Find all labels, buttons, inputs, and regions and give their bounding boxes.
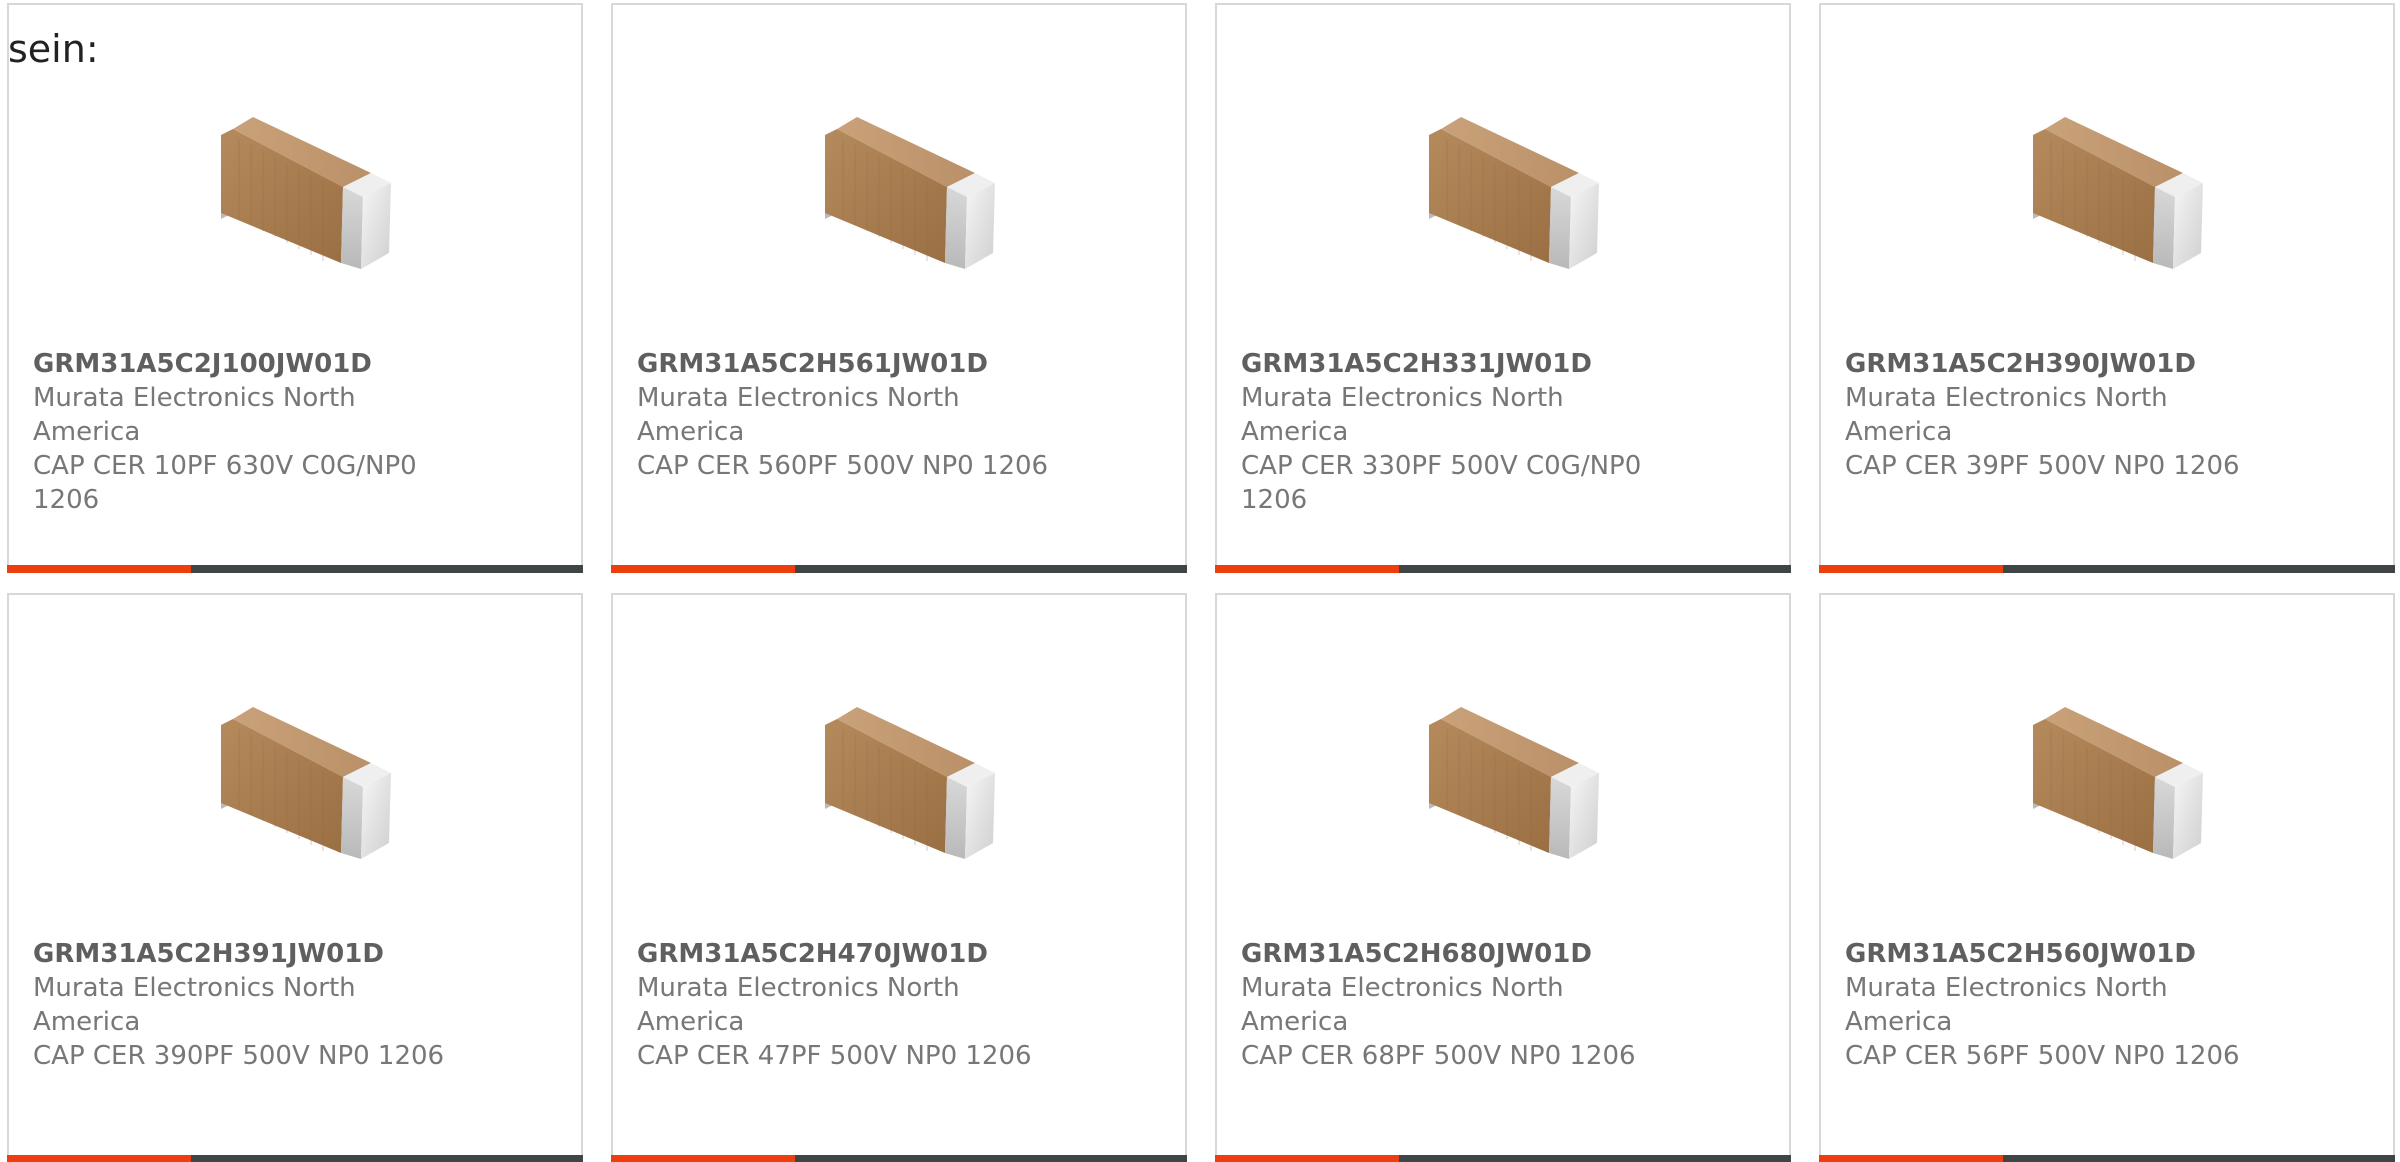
description: CAP CER 10PF 630V C0G/NP0 1206: [33, 451, 417, 515]
manufacturer: Murata Electronics North America: [33, 973, 356, 1037]
product-card[interactable]: GRM31A5C2H391JW01D Murata Electronics No…: [7, 593, 583, 1162]
part-number[interactable]: GRM31A5C2H680JW01D: [1241, 937, 1671, 971]
description: CAP CER 68PF 500V NP0 1206: [1241, 1041, 1636, 1071]
manufacturer: Murata Electronics North America: [637, 383, 960, 447]
card-footer-accent: [7, 1155, 191, 1162]
ceramic-capacitor-chip-icon[interactable]: [195, 663, 405, 871]
product-card[interactable]: GRM31A5C2H680JW01D Murata Electronics No…: [1215, 593, 1791, 1162]
product-card[interactable]: GRM31A5C2H390JW01D Murata Electronics No…: [1819, 3, 2395, 573]
card-footer-accent: [611, 1155, 795, 1162]
product-card[interactable]: GRM31A5C2H561JW01D Murata Electronics No…: [611, 3, 1187, 573]
card-footer-accent: [1215, 1155, 1399, 1162]
card-footer-bar: [1819, 1155, 2395, 1162]
card-footer-accent: [1819, 565, 2003, 573]
ceramic-capacitor-chip-icon[interactable]: [799, 663, 1009, 871]
card-footer-bar: [1819, 565, 2395, 573]
part-number[interactable]: GRM31A5C2H560JW01D: [1845, 937, 2275, 971]
manufacturer: Murata Electronics North America: [33, 383, 356, 447]
ceramic-capacitor-chip-icon[interactable]: [195, 73, 405, 281]
product-card[interactable]: GRM31A5C2H470JW01D Murata Electronics No…: [611, 593, 1187, 1162]
ceramic-capacitor-chip-icon[interactable]: [2007, 663, 2217, 871]
ceramic-capacitor-chip-icon[interactable]: [2007, 73, 2217, 281]
ceramic-capacitor-chip-icon[interactable]: [1403, 73, 1613, 281]
description: CAP CER 39PF 500V NP0 1206: [1845, 451, 2240, 481]
card-footer-accent: [1819, 1155, 2003, 1162]
description: CAP CER 47PF 500V NP0 1206: [637, 1041, 1032, 1071]
card-footer-bar: [1215, 565, 1791, 573]
ceramic-capacitor-chip-icon[interactable]: [1403, 663, 1613, 871]
part-number[interactable]: GRM31A5C2H561JW01D: [637, 347, 1067, 381]
card-footer-accent: [611, 565, 795, 573]
part-number[interactable]: GRM31A5C2H331JW01D: [1241, 347, 1671, 381]
card-footer-accent: [1215, 565, 1399, 573]
part-number[interactable]: GRM31A5C2H470JW01D: [637, 937, 1067, 971]
card-footer-bar: [611, 565, 1187, 573]
manufacturer: Murata Electronics North America: [1241, 973, 1564, 1037]
manufacturer: Murata Electronics North America: [1845, 383, 2168, 447]
manufacturer: Murata Electronics North America: [1845, 973, 2168, 1037]
part-number[interactable]: GRM31A5C2H391JW01D: [33, 937, 463, 971]
part-number[interactable]: GRM31A5C2H390JW01D: [1845, 347, 2275, 381]
intro-text: sein:: [8, 27, 99, 71]
card-footer-bar: [611, 1155, 1187, 1162]
product-card[interactable]: GRM31A5C2H331JW01D Murata Electronics No…: [1215, 3, 1791, 573]
description: CAP CER 560PF 500V NP0 1206: [637, 451, 1049, 481]
card-footer-accent: [7, 565, 191, 573]
product-card[interactable]: GRM31A5C2J100JW01D Murata Electronics No…: [7, 3, 583, 573]
ceramic-capacitor-chip-icon[interactable]: [799, 73, 1009, 281]
description: CAP CER 390PF 500V NP0 1206: [33, 1041, 445, 1071]
part-number[interactable]: GRM31A5C2J100JW01D: [33, 347, 463, 381]
product-card[interactable]: GRM31A5C2H560JW01D Murata Electronics No…: [1819, 593, 2395, 1162]
manufacturer: Murata Electronics North America: [1241, 383, 1564, 447]
manufacturer: Murata Electronics North America: [637, 973, 960, 1037]
card-footer-bar: [7, 1155, 583, 1162]
card-footer-bar: [7, 565, 583, 573]
description: CAP CER 56PF 500V NP0 1206: [1845, 1041, 2240, 1071]
card-footer-bar: [1215, 1155, 1791, 1162]
description: CAP CER 330PF 500V C0G/NP0 1206: [1241, 451, 1642, 515]
